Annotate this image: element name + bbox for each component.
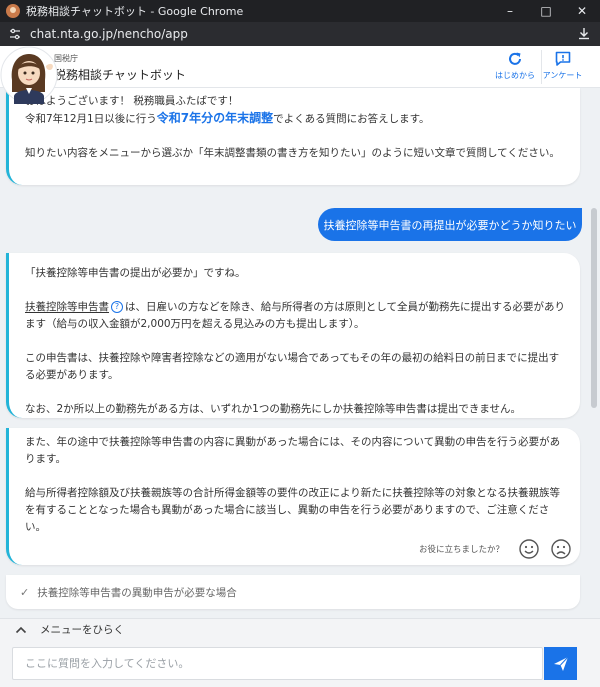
question-input[interactable]: [12, 647, 543, 680]
scrollbar-thumb[interactable]: [591, 208, 597, 408]
greeting-message: おはようございます！ 税務職員ふたばです！ 令和7年12月1日以後に行う令和7年…: [6, 88, 580, 185]
bot-answer-message: 「扶養控除等申告書の提出が必要か」ですね。 扶養控除等申告書? は、日雇いの方など…: [6, 253, 580, 418]
site-settings-icon[interactable]: [8, 27, 22, 41]
greeting-text: 令和7年12月1日以後に行う: [25, 113, 157, 125]
answer-paragraph: 「扶養控除等申告書の提出が必要か」ですね。: [25, 267, 246, 279]
user-message: 扶養控除等申告書の再提出が必要かどうか知りたい: [318, 208, 582, 241]
send-icon: [553, 656, 568, 671]
answer-paragraph: この申告書は、扶養控除や障害者控除などの適用がない場合であってもその年の最初の給…: [25, 352, 560, 381]
close-window-button[interactable]: ✕: [564, 0, 600, 22]
glossary-term-link[interactable]: 扶養控除等申告書: [25, 301, 109, 313]
frown-face-icon[interactable]: [550, 538, 572, 560]
app-title: 税務相談チャットボット: [54, 68, 186, 82]
download-icon[interactable]: [576, 26, 592, 42]
survey-label: アンケート: [542, 71, 583, 80]
send-button[interactable]: [544, 647, 577, 680]
app-favicon-icon: [6, 4, 20, 18]
menu-toggle-label: メニューをひらく: [40, 624, 124, 636]
maximize-button[interactable]: □: [528, 0, 564, 22]
greeting-line: 知りたい内容をメニューから選ぶか「年末調整書類の書き方を知りたい」のように短い文…: [25, 147, 560, 159]
answer-paragraph: 給与所得者控除額及び扶養親族等の合計所得金額等の要件の改正により新たに扶養控除等…: [25, 487, 560, 533]
restart-button[interactable]: はじめから: [494, 50, 536, 84]
smile-face-icon[interactable]: [518, 538, 540, 560]
minimize-button[interactable]: –: [492, 0, 528, 22]
app-header: 国税庁 税務相談チャットボット はじめから アンケート: [0, 46, 600, 88]
chat-scrollbar[interactable]: [590, 88, 598, 618]
feedback-row: お役に立ちましたか？: [6, 532, 580, 565]
chat-log[interactable]: おはようございます！ 税務職員ふたばです！ 令和7年12月1日以後に行う令和7年…: [0, 88, 600, 618]
greeting-text: でよくある質問にお答えします。: [273, 113, 430, 125]
answer-paragraph: また、年の途中で扶養控除等申告書の内容に異動があった場合には、その内容について異…: [25, 436, 561, 465]
greeting-line: おはようございます！ 税務職員ふたばです！: [25, 95, 239, 107]
feedback-question: お役に立ちましたか？: [418, 544, 504, 555]
restart-label: はじめから: [495, 71, 535, 80]
menu-toggle-button[interactable]: メニューをひらく: [0, 618, 600, 640]
answer-paragraph: 扶養控除等申告書? は、日雇いの方などを除き、給与所得者の方は原則として全員が勤務…: [25, 299, 566, 333]
assistant-avatar: [0, 46, 58, 104]
checkmark-icon: ✓: [20, 585, 30, 599]
option-label: 扶養控除等申告書の異動申告が必要な場合: [37, 586, 237, 599]
year-end-highlight: 令和7年分の年末調整: [156, 111, 274, 125]
address-bar[interactable]: chat.nta.go.jp/nencho/app: [0, 22, 600, 46]
chevron-up-icon: [15, 626, 27, 633]
answer-paragraph: なお、2か所以上の勤務先がある方は、いずれか1つの勤務先にしか扶養控除等申告書は…: [25, 403, 522, 415]
refresh-icon: [509, 52, 521, 65]
window-title: 税務相談チャットボット - Google Chrome: [26, 5, 244, 18]
survey-button[interactable]: アンケート: [541, 50, 583, 84]
feedback-icon: [555, 51, 570, 66]
follow-up-option[interactable]: ✓ 扶養控除等申告書の異動申告が必要な場合: [6, 575, 580, 609]
message-input-area: [0, 640, 600, 687]
window-title-bar: 税務相談チャットボット - Google Chrome – □ ✕: [0, 0, 600, 22]
greeting-line: 令和7年12月1日以後に行う令和7年分の年末調整でよくある質問にお答えします。: [25, 110, 566, 128]
help-icon[interactable]: ?: [111, 301, 123, 313]
url-text[interactable]: chat.nta.go.jp/nencho/app: [30, 27, 576, 41]
